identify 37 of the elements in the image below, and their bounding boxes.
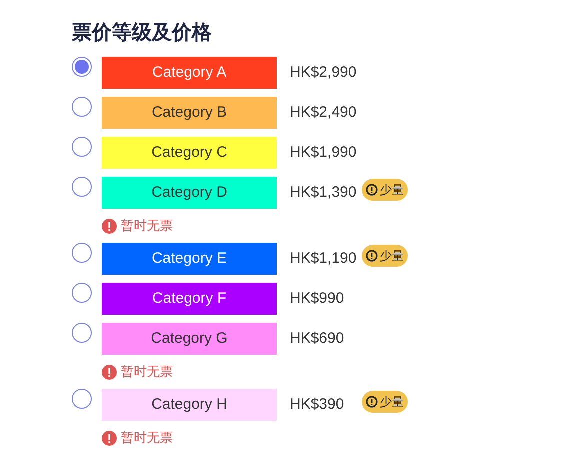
alert-icon [366, 184, 378, 196]
error-icon [102, 364, 117, 380]
category-label: Category F [102, 283, 277, 315]
sold-out-notice: 暂时无票 [121, 363, 173, 382]
price: HK$1,990 [290, 142, 357, 163]
sold-out-notice: 暂时无票 [121, 217, 173, 236]
error-icon [102, 430, 117, 446]
alert-icon [366, 396, 378, 408]
low-stock-badge: 少量 [362, 245, 408, 267]
sold-out-notice: 暂时无票 [121, 429, 173, 448]
price: HK$1,390 [290, 182, 357, 203]
price: HK$2,990 [290, 62, 357, 83]
price: HK$1,190 [290, 248, 357, 269]
radio-button[interactable] [72, 243, 92, 263]
low-stock-badge: 少量 [362, 391, 408, 413]
category-label: Category A [102, 57, 277, 89]
category-label: Category G [102, 323, 277, 355]
radio-button[interactable] [72, 57, 92, 77]
category-label: Category D [102, 177, 277, 209]
price: HK$990 [290, 288, 344, 309]
price: HK$390 [290, 394, 344, 415]
section-title: 票价等级及价格 [72, 21, 213, 46]
alert-icon [366, 250, 378, 262]
category-label: Category B [102, 97, 277, 129]
radio-button[interactable] [72, 137, 92, 157]
category-label: Category C [102, 137, 277, 169]
price: HK$690 [290, 328, 344, 349]
radio-button[interactable] [72, 177, 92, 197]
error-icon [102, 218, 117, 234]
radio-button[interactable] [72, 97, 92, 117]
category-label: Category E [102, 243, 277, 275]
radio-button[interactable] [72, 283, 92, 303]
radio-button[interactable] [72, 323, 92, 343]
category-label: Category H [102, 389, 277, 421]
price: HK$2,490 [290, 102, 357, 123]
low-stock-badge: 少量 [362, 179, 408, 201]
radio-button[interactable] [72, 389, 92, 409]
